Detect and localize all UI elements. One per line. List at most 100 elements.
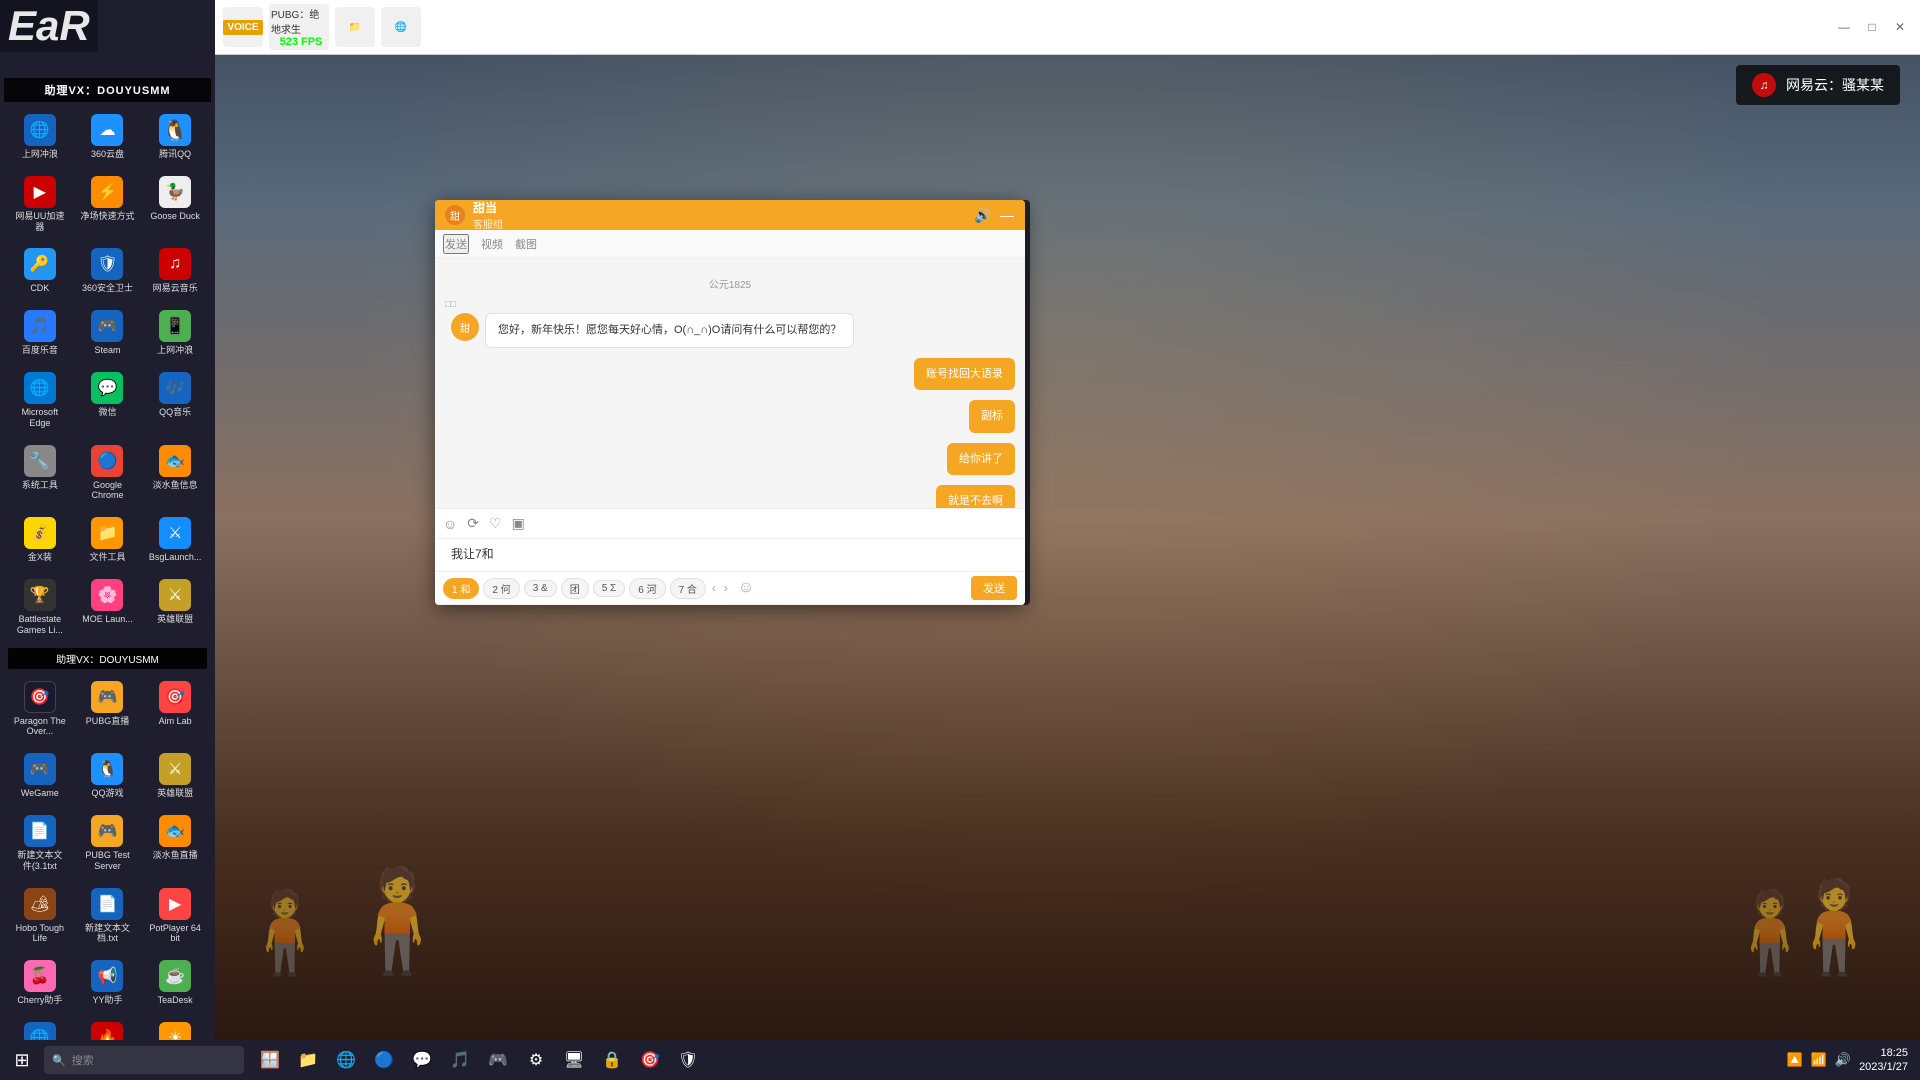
chat-messages[interactable]: 公元1825 □□ 甜 您好，新年快乐！愿您每天好心情，O(∩_∩)O请问有什么… — [435, 258, 1025, 508]
taskbar-app-10[interactable]: 🔒 — [594, 1042, 630, 1078]
quick-reply-3[interactable]: 3 & — [524, 580, 557, 597]
icon-steam[interactable]: 🎮 Steam — [76, 304, 140, 362]
quick-reply-2[interactable]: 2 何 — [483, 578, 519, 599]
icon-lol[interactable]: ⚔ 英雄联盟 — [143, 573, 207, 642]
chat-volume-btn[interactable]: 🔊 — [975, 207, 991, 223]
chat-toolbar-video[interactable]: 视频 — [481, 236, 503, 252]
chat-send-button[interactable]: 发送 — [971, 576, 1017, 600]
icon-msi[interactable]: 🔥 MSI Afterburner — [76, 1016, 140, 1040]
quick-reply-prev[interactable]: ‹ — [712, 581, 716, 595]
icon-pubglive[interactable]: 🎮 PUBG直播 — [76, 675, 140, 744]
emoji-btn[interactable]: ☺ — [443, 516, 457, 532]
icon-bsglauncher[interactable]: ⚔ BsgLaunch... — [143, 511, 207, 569]
icon-qqgame2[interactable]: 🐧 QQ游戏 — [76, 747, 140, 805]
music-title: 网易云：骚某某 — [1786, 75, 1884, 95]
icon-yy[interactable]: 📢 YY助手 — [76, 954, 140, 1012]
quick-reply-5[interactable]: 5 Σ — [593, 580, 626, 597]
icon-chrome[interactable]: 🔵 Google Chrome — [76, 439, 140, 508]
taskbar-app-12[interactable]: 🛡 — [670, 1042, 706, 1078]
chat-toolbar-send[interactable]: 发送 — [443, 234, 469, 254]
icon-aimlab[interactable]: 🎯 Aim Lab — [143, 675, 207, 744]
quick-reply-7[interactable]: 7 合 — [670, 578, 706, 599]
taskbar-app-5[interactable]: 💬 — [404, 1042, 440, 1078]
taskbar-app-1[interactable]: 🪟 — [252, 1042, 288, 1078]
icon-teadesk[interactable]: ☕ TeaDesk — [143, 954, 207, 1012]
icon-163music[interactable]: ♫ 网易云音乐 — [143, 242, 207, 300]
icon-lol2[interactable]: ⚔ 英雄联盟 — [143, 747, 207, 805]
chat-toolbar-screenshot[interactable]: 截图 — [515, 236, 537, 252]
icon-files[interactable]: 📁 文件工具 — [76, 511, 140, 569]
icon-battlestate[interactable]: 🏆 Battlestate Games Li... — [8, 573, 72, 642]
icon-mobile[interactable]: 📱 上网冲浪 — [143, 304, 207, 362]
icon-360safe[interactable]: 🛡 360安全卫士 — [76, 242, 140, 300]
taskbar-search[interactable]: 🔍 搜索 — [44, 1046, 244, 1074]
taskbar-app-4[interactable]: 🔵 — [366, 1042, 402, 1078]
desktop-icons-grid-2: 🎯 Paragon The Over... 🎮 PUBG直播 🎯 Aim Lab… — [4, 671, 211, 1040]
pubg-title[interactable]: PUBG：绝地求生 523 FPS — [269, 4, 329, 50]
icon-fishlive[interactable]: 🐟 淡水鱼直播 — [143, 809, 207, 878]
music-logo-icon: ♫ — [1752, 73, 1776, 97]
quick-reply-1[interactable]: 1 和 — [443, 578, 479, 599]
quick-reply-4[interactable]: 团 — [561, 578, 589, 599]
chat-body: 发送 视频 截图 公元1825 □□ 甜 您好，新年快乐！愿您每天好心情，O(∩… — [435, 230, 1025, 605]
taskbar-sound-icon[interactable]: 🔊 — [1835, 1052, 1851, 1068]
icon-newtext3[interactable]: 📄 新建文本文 件(3.1txt — [8, 809, 72, 878]
icon-qqmusic[interactable]: 🎶 QQ音乐 — [143, 366, 207, 435]
icon-sysutil[interactable]: 🔧 系统工具 — [8, 439, 72, 508]
icon-hobo[interactable]: 🏕 Hobo Tough Life — [8, 882, 72, 951]
taskbar-app-2[interactable]: 📁 — [290, 1042, 326, 1078]
taskbar-time[interactable]: 18:25 2023/1/27 — [1859, 1046, 1908, 1075]
emoji-quick[interactable]: ☺ — [738, 579, 754, 597]
voice-badge[interactable]: VOICE — [223, 7, 263, 47]
icon-quickway[interactable]: ⚡ 净场快速方式 — [76, 170, 140, 239]
taskbar-tray-icon-1[interactable]: 🔼 — [1787, 1052, 1803, 1068]
taskbar-file[interactable]: 📁 — [335, 7, 375, 47]
desktop-icons-grid: 🌐 上网冲浪 ☁ 360云盘 🐧 腾讯QQ ▶ 网易UU加速器 ⚡ 净场快速方式… — [4, 104, 211, 646]
icon-moe[interactable]: 🌸 MOE Laun... — [76, 573, 140, 642]
taskbar-app-8[interactable]: ⚙ — [518, 1042, 554, 1078]
icon-goose[interactable]: 🦆 Goose Duck — [143, 170, 207, 239]
chat-bubble-sent-2: 副标 — [969, 400, 1015, 433]
icon-network[interactable]: 🌐 上网冲浪 — [8, 108, 72, 166]
taskbar-app-9[interactable]: 🖥 — [556, 1042, 592, 1078]
chat-msg-sent-4: 就是不去啊 — [445, 485, 1015, 508]
icon-xinyou[interactable]: 🌐 XinYou6.0... — [8, 1016, 72, 1040]
refresh-btn[interactable]: ⟳ — [467, 515, 479, 532]
grid-btn[interactable]: ▣ — [512, 515, 525, 532]
taskbar-network-icon[interactable]: 📶 — [1811, 1052, 1827, 1068]
icon-cdk[interactable]: 🔑 CDK — [8, 242, 72, 300]
chat-title-bar: 甜 甜当 客服组 🔊 — — [435, 200, 1025, 230]
icon-potplayer[interactable]: ▶ PotPlayer 64 bit — [143, 882, 207, 951]
icon-fishinfo[interactable]: 🐟 淡水鱼信息 — [143, 439, 207, 508]
icon-360cloud[interactable]: ☁ 360云盘 — [76, 108, 140, 166]
icon-sunlogin[interactable]: ☀ SunloginCli... — [143, 1016, 207, 1040]
taskbar-app-7[interactable]: 🎮 — [480, 1042, 516, 1078]
taskbar-app-3[interactable]: 🌐 — [328, 1042, 364, 1078]
icon-wechat[interactable]: 💬 微信 — [76, 366, 140, 435]
char-far-right: 🧍 — [1778, 875, 1890, 980]
taskbar-app-11[interactable]: 🎯 — [632, 1042, 668, 1078]
chat-minimize-btn[interactable]: — — [999, 207, 1015, 223]
icon-baidumusic[interactable]: 🎵 百度乐音 — [8, 304, 72, 362]
icon-jinquan[interactable]: 💰 金X装 — [8, 511, 72, 569]
chat-quick-replies: 1 和 2 何 3 & 团 5 Σ 6 河 7 合 ‹ › ☺ 发送 — [435, 572, 1025, 605]
icon-qq[interactable]: 🐧 腾讯QQ — [143, 108, 207, 166]
restore-btn[interactable]: □ — [1860, 15, 1884, 39]
start-button[interactable]: ⊞ — [4, 1042, 40, 1078]
taskbar-app-6[interactable]: 🎵 — [442, 1042, 478, 1078]
chat-title-sub: 客服组 — [473, 216, 503, 231]
taskbar-browser[interactable]: 🌐 — [381, 7, 421, 47]
icon-newtext[interactable]: 📄 新建文本文 档.txt — [76, 882, 140, 951]
icon-cherry[interactable]: 🍒 Cherry助手 — [8, 954, 72, 1012]
icon-uu[interactable]: ▶ 网易UU加速器 — [8, 170, 72, 239]
icon-edge[interactable]: 🌐 Microsoft Edge — [8, 366, 72, 435]
icon-paragon[interactable]: 🎯 Paragon The Over... — [8, 675, 72, 744]
like-btn[interactable]: ♡ — [489, 515, 502, 532]
minimize-btn[interactable]: — — [1832, 15, 1856, 39]
icon-wegame[interactable]: 🎮 WeGame — [8, 747, 72, 805]
quick-reply-6[interactable]: 6 河 — [629, 578, 665, 599]
icon-pubgtest[interactable]: 🎮 PUBG Test Server — [76, 809, 140, 878]
close-btn[interactable]: ✕ — [1888, 15, 1912, 39]
chat-input-field[interactable]: 我让7和 — [443, 541, 502, 569]
quick-reply-next[interactable]: › — [724, 581, 728, 595]
